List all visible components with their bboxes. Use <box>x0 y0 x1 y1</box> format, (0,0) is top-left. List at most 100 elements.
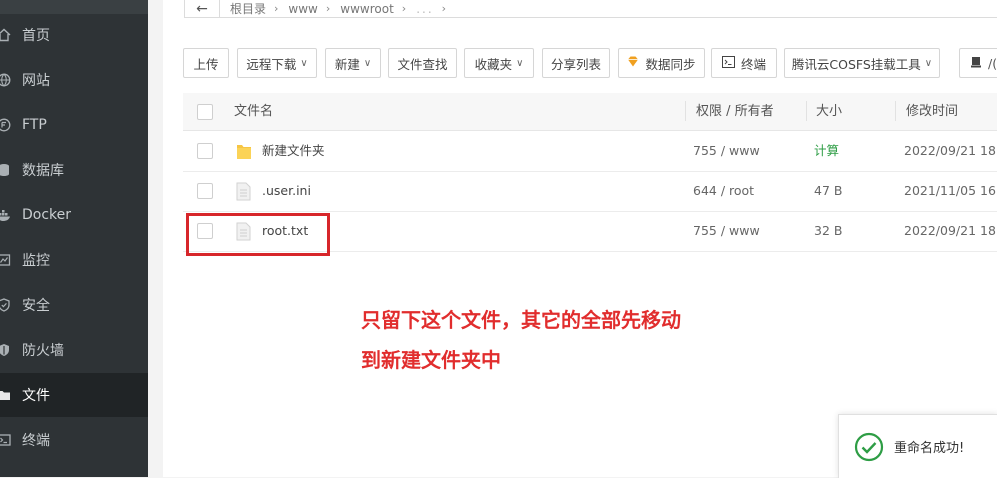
folder-icon <box>0 387 12 403</box>
file-name[interactable]: .user.ini <box>262 171 311 211</box>
favorites-button[interactable]: 收藏夹 ∨ <box>464 48 534 78</box>
chevron-down-icon: ∨ <box>516 57 524 69</box>
success-toast: 重命名成功! <box>838 414 997 478</box>
sidebar-item-firewall[interactable]: 防火墙 <box>0 328 148 372</box>
share-list-button[interactable]: 分享列表 <box>542 48 610 78</box>
chevron-down-icon: ∨ <box>300 57 308 69</box>
row-checkbox[interactable] <box>197 143 213 159</box>
sidebar-item-terminal[interactable]: 终端 <box>0 418 148 462</box>
remote-download-button[interactable]: 远程下载 ∨ <box>237 48 317 78</box>
ftp-icon <box>0 117 12 133</box>
sidebar-item-label: Docker <box>22 207 72 223</box>
file-name[interactable]: 新建文件夹 <box>262 131 325 171</box>
header-permission[interactable]: 权限 / 所有者 <box>696 93 774 130</box>
share-list-label: 分享列表 <box>550 56 601 72</box>
upload-button[interactable]: 上传 <box>183 48 229 78</box>
terminal-icon <box>721 55 735 71</box>
file-modified-time: 2021/11/05 16:0 <box>904 183 997 198</box>
sidebar-item-website[interactable]: 网站 <box>0 58 148 102</box>
highlight-box <box>186 213 330 256</box>
table-row[interactable]: .user.ini 644 / root 47 B 2021/11/05 16:… <box>183 171 997 212</box>
header-modified-time[interactable]: 修改时间 <box>906 93 958 130</box>
column-divider <box>895 101 896 121</box>
row-checkbox[interactable] <box>197 183 213 199</box>
cosfs-tool-button[interactable]: 腾讯云COSFS挂载工具 ∨ <box>784 48 940 78</box>
file-search-button[interactable]: 文件查找 <box>388 48 457 78</box>
data-sync-label: 数据同步 <box>645 56 696 72</box>
chevron-right-icon: › <box>401 2 407 15</box>
sidebar-item-label: 终端 <box>22 433 50 449</box>
path-disk-button[interactable]: /( <box>959 48 997 78</box>
cosfs-tool-label: 腾讯云COSFS挂载工具 <box>791 56 921 72</box>
breadcrumb[interactable]: ← 根目录 › www › wwwroot › ... › <box>184 0 997 18</box>
file-size[interactable]: 计算 <box>814 131 839 171</box>
sidebar-top-strip <box>0 0 148 14</box>
new-button[interactable]: 新建 ∨ <box>325 48 381 78</box>
column-divider <box>806 101 807 121</box>
file-icon <box>236 182 251 201</box>
sidebar-item-label: 首页 <box>22 28 50 44</box>
header-filename[interactable]: 文件名 <box>234 93 273 130</box>
breadcrumb-item-redacted[interactable]: ... <box>416 2 433 16</box>
sidebar-item-label: 文件 <box>22 388 50 404</box>
sidebar: 首页 网站 FTP 数据库 Docker 监控 安全 防火墙 文件 终端 <box>0 0 148 477</box>
file-modified-time: 2022/09/21 18:3 <box>904 223 997 238</box>
globe-icon <box>0 72 12 88</box>
sidebar-item-home[interactable]: 首页 <box>0 13 148 57</box>
chevron-down-icon: ∨ <box>924 57 933 69</box>
check-circle-icon <box>854 432 884 461</box>
annotation-line: 到新建文件夹中 <box>361 348 501 372</box>
sidebar-item-label: 网站 <box>22 73 50 89</box>
sidebar-item-label: FTP <box>22 117 47 133</box>
sidebar-item-database[interactable]: 数据库 <box>0 148 148 192</box>
annotation-note: 只留下这个文件，其它的全部先移动 到新建文件夹中 <box>361 300 681 380</box>
select-all-checkbox[interactable] <box>197 104 213 120</box>
home-icon <box>0 27 12 43</box>
file-size: 32 B <box>814 223 843 238</box>
header-size[interactable]: 大小 <box>816 93 842 130</box>
chevron-right-icon: › <box>441 2 447 15</box>
firewall-icon <box>0 342 12 358</box>
remote-download-label: 远程下载 <box>246 56 297 72</box>
sidebar-item-label: 防火墙 <box>22 343 64 359</box>
shield-icon <box>0 297 12 313</box>
sidebar-item-label: 数据库 <box>22 163 64 179</box>
new-label: 新建 <box>334 56 360 72</box>
back-arrow-icon[interactable]: ← <box>185 0 220 17</box>
file-search-label: 文件查找 <box>397 56 448 72</box>
file-permission[interactable]: 644 / root <box>693 171 754 211</box>
sidebar-item-label: 监控 <box>22 253 50 269</box>
chevron-down-icon: ∨ <box>363 57 372 69</box>
file-permission[interactable]: 755 / www <box>693 211 760 251</box>
chevron-right-icon: › <box>274 2 279 15</box>
table-row[interactable]: 新建文件夹 755 / www 计算 2022/09/21 18:3 <box>183 131 997 172</box>
breadcrumb-item-www[interactable]: www <box>288 2 317 16</box>
chevron-right-icon: › <box>325 2 331 15</box>
file-permission[interactable]: 755 / www <box>693 131 760 171</box>
sidebar-item-ftp[interactable]: FTP <box>0 103 148 147</box>
annotation-line: 只留下这个文件，其它的全部先移动 <box>361 308 681 332</box>
diamond-icon <box>627 56 639 70</box>
upload-label: 上传 <box>193 56 219 72</box>
terminal-label: 终端 <box>740 56 766 72</box>
data-sync-button[interactable]: 数据同步 <box>618 48 705 78</box>
terminal-icon <box>0 432 12 448</box>
disk-icon <box>970 56 982 71</box>
sidebar-item-security[interactable]: 安全 <box>0 283 148 327</box>
toast-message: 重命名成功! <box>894 441 965 456</box>
terminal-button[interactable]: 终端 <box>711 48 777 78</box>
breadcrumb-item-wwwroot[interactable]: wwwroot <box>340 2 394 16</box>
monitor-icon <box>0 252 12 268</box>
path-slash: /( <box>988 55 997 71</box>
breadcrumb-item-root[interactable]: 根目录 <box>230 0 266 17</box>
file-size: 47 B <box>814 183 843 198</box>
sidebar-item-files[interactable]: 文件 <box>0 373 148 417</box>
favorites-label: 收藏夹 <box>474 56 513 72</box>
table-header: 文件名 权限 / 所有者 大小 修改时间 <box>183 93 997 131</box>
sidebar-item-docker[interactable]: Docker <box>0 193 148 237</box>
database-icon <box>0 162 12 178</box>
docker-icon <box>0 207 12 223</box>
column-divider <box>685 101 686 121</box>
sidebar-item-monitor[interactable]: 监控 <box>0 238 148 282</box>
folder-icon <box>237 145 251 159</box>
